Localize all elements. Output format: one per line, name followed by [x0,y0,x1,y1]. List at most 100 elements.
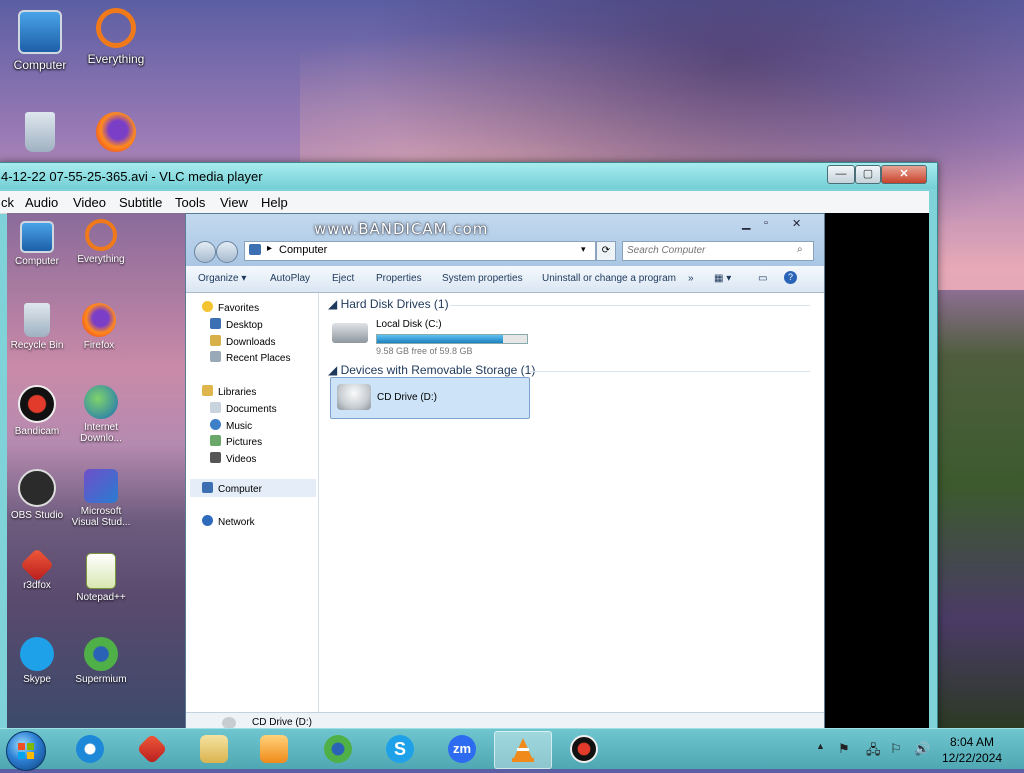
refresh-icon: ⟳ [596,241,616,261]
view-icon: ▦ ▾ [714,273,732,284]
status-text: CD Drive (D:) [252,717,312,728]
pictures-icon [210,435,221,446]
minimize-button[interactable]: — [827,165,855,184]
group-divider [530,371,810,372]
vlc-video-area[interactable]: Computer Everything Recycle Bin Firefox … [7,213,929,729]
cmd-properties: Properties [376,273,422,284]
star-icon [202,301,213,312]
volume-icon[interactable]: 🔊 [914,741,930,757]
icon-label: Recycle Bin [10,340,64,351]
desktop-icon-firefox[interactable] [78,112,154,156]
search-input [623,242,787,259]
icon-label: r3dfox [23,580,51,591]
cmd-organize: Organize ▾ [198,273,247,284]
desktop-icon-recycle-bin[interactable] [2,112,78,156]
computer-icon [18,10,62,54]
clock-date[interactable]: 12/22/2024 [942,751,1002,765]
back-button [194,241,216,263]
icon-label: OBS Studio [10,510,64,521]
recent-places-icon [210,351,221,362]
skype-icon [20,637,54,671]
menu-tools[interactable]: Tools [175,195,205,210]
show-hidden-icons[interactable]: ▲ [816,741,825,751]
nav-recent-places: Recent Places [210,351,290,364]
taskbar-vlc[interactable] [494,731,552,769]
supermium-icon [84,637,118,671]
bandicam-icon [18,385,56,423]
vlc-titlebar[interactable]: 4-12-22 07-55-25-365.avi - VLC media pla… [0,163,937,189]
maximize-button[interactable]: ▢ [855,165,881,184]
cmd-system-properties: System properties [442,273,523,284]
everything-icon [96,8,136,48]
hard-disk-icon [332,323,368,343]
recorded-icon-notepadpp: Notepad++ [69,553,133,603]
local-disk-name: Local Disk (C:) [376,319,442,330]
taskbar-r3dfox[interactable] [124,731,180,767]
icon-label: Internet Downlo... [80,422,122,444]
icon-label: Firefox [83,340,115,351]
group-header-removable: ◢ Devices with Removable Storage (1) [328,363,536,377]
address-bar: ▸ Computer ▾ [244,241,596,261]
menu-subtitle[interactable]: Subtitle [119,195,162,210]
documents-icon [210,402,221,413]
taskbar-zoom[interactable]: zm [434,731,490,767]
taskbar-skype[interactable]: S [372,731,428,767]
everything-icon [85,219,117,251]
vlc-cone-icon [512,738,534,762]
desktop-icon-label: Computer [13,58,67,72]
icon-label: Everything [77,254,125,265]
menu-video[interactable]: Video [73,195,106,210]
nav-music: Music [210,419,252,432]
group-divider [450,305,810,306]
downloads-icon [210,335,221,346]
computer-icon [20,221,54,253]
recorded-icon-skype: Skype [7,637,69,685]
media-player-icon [260,735,288,763]
recorded-icon-r3dfox: r3dfox [7,548,69,591]
network-tray-icon[interactable]: 🖧 [866,741,881,763]
recorded-icon-obs: OBS Studio [7,469,69,521]
content-pane: ◢ Hard Disk Drives (1) Local Disk (C:) 9… [324,293,820,713]
menu-audio[interactable]: Audio [25,195,58,210]
disk-usage-fill [377,335,503,343]
cmd-autoplay: AutoPlay [270,273,311,284]
nav-documents: Documents [210,402,277,415]
menu-view[interactable]: View [220,195,248,210]
forward-button [216,241,238,263]
desktop-icon [210,318,221,329]
obs-icon [18,469,56,507]
desktop-icon-computer[interactable]: Computer [2,10,78,72]
menu-playback[interactable]: ck [1,195,14,210]
tray-app-icon[interactable]: ⚑ [838,741,850,757]
r3dfox-icon [136,733,168,765]
taskbar-internet-explorer[interactable] [62,731,118,767]
chevron-down-icon: ▾ [581,244,586,254]
visual-studio-icon [84,469,118,503]
explorer-close-icon: ✕ [792,218,802,230]
computer-small-icon [202,482,213,493]
desktop-icon-everything[interactable]: Everything [78,8,154,66]
libraries-icon [202,385,213,396]
action-center-flag-icon[interactable]: ⚐ [890,741,902,757]
clock-time[interactable]: 8:04 AM [950,735,994,749]
close-button[interactable]: ✕ [881,165,927,184]
nav-pictures: Pictures [210,435,262,448]
icon-label: Notepad++ [76,592,126,603]
start-button[interactable] [6,731,46,771]
windows-logo-icon [18,743,34,759]
cmd-uninstall: Uninstall or change a program [542,273,676,284]
supermium-icon [324,735,352,763]
navigation-pane: Favorites Desktop Downloads Recent Place… [186,293,319,713]
cd-drive-tile: CD Drive (D:) [330,377,530,419]
taskbar-supermium[interactable] [310,731,366,767]
nav-desktop: Desktop [210,318,263,331]
menu-help[interactable]: Help [261,195,288,210]
taskbar-file-explorer[interactable] [186,731,242,767]
icon-label: Computer [15,256,59,267]
video-letterbox [825,213,929,729]
zoom-icon: zm [448,735,476,763]
taskbar-media-player[interactable] [246,731,302,767]
bandicam-watermark: www.BANDICAM.com [314,220,489,238]
taskbar-bandicam[interactable] [556,731,612,767]
group-header-hdd: ◢ Hard Disk Drives (1) [328,297,449,311]
